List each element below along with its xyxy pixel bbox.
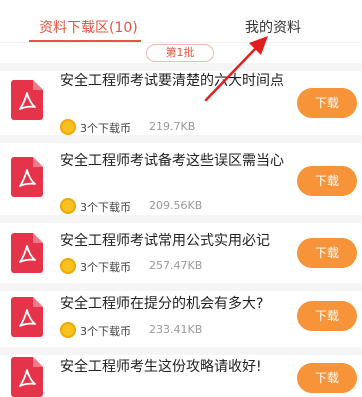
download-button[interactable]: 下载 bbox=[297, 238, 357, 268]
download-button[interactable]: 下载 bbox=[297, 363, 357, 393]
coin-icon bbox=[60, 258, 76, 274]
item-size: 219.7KB bbox=[149, 120, 196, 133]
item-size: 209.56KB bbox=[149, 199, 203, 212]
item-size: 233.41KB bbox=[149, 323, 203, 336]
batch-badge: 第1批 bbox=[146, 44, 214, 62]
list-item[interactable]: 安全工程师考试常用公式实用必记 3个下载币 257.47KB 下载 bbox=[0, 223, 362, 283]
item-title[interactable]: 安全工程师考生这份攻略请收好! bbox=[60, 357, 298, 378]
item-title[interactable]: 安全工程师考试常用公式实用必记 bbox=[60, 231, 298, 252]
list-item[interactable]: 安全工程师考试备考这些误区需当心 3个下载币 209.56KB 下载 bbox=[0, 143, 362, 215]
list-separator bbox=[0, 63, 362, 71]
pdf-icon bbox=[11, 233, 43, 273]
tab-bar: 资料下载区(10) 我的资料 bbox=[0, 0, 362, 42]
tab-downloads[interactable]: 资料下载区(10) bbox=[39, 17, 138, 37]
list-separator bbox=[0, 215, 362, 223]
pdf-icon bbox=[11, 297, 43, 337]
item-title[interactable]: 安全工程师考试要清楚的六大时间点 bbox=[60, 71, 298, 92]
list-separator bbox=[0, 283, 362, 291]
item-title[interactable]: 安全工程师在提分的机会有多大? bbox=[60, 294, 298, 315]
pdf-icon bbox=[11, 80, 43, 120]
item-cost: 3个下载币 bbox=[80, 201, 131, 214]
item-cost: 3个下载币 bbox=[80, 122, 131, 135]
download-button[interactable]: 下载 bbox=[297, 301, 357, 331]
download-button[interactable]: 下载 bbox=[297, 88, 357, 118]
pdf-icon bbox=[11, 357, 43, 397]
download-button[interactable]: 下载 bbox=[297, 166, 357, 196]
coin-icon bbox=[60, 198, 76, 214]
list-item[interactable]: 安全工程师在提分的机会有多大? 3个下载币 233.41KB 下载 bbox=[0, 291, 362, 347]
coin-icon bbox=[60, 119, 76, 135]
item-cost: 3个下载币 bbox=[80, 261, 131, 274]
list-separator bbox=[0, 347, 362, 355]
pdf-icon bbox=[11, 157, 43, 197]
item-cost: 3个下载币 bbox=[80, 325, 131, 338]
item-size: 257.47KB bbox=[149, 259, 203, 272]
list-item[interactable]: 安全工程师考生这份攻略请收好! 下载 bbox=[0, 355, 362, 397]
item-title[interactable]: 安全工程师考试备考这些误区需当心 bbox=[60, 151, 298, 172]
coin-icon bbox=[60, 322, 76, 338]
list-item[interactable]: 安全工程师考试要清楚的六大时间点 3个下载币 219.7KB 下载 bbox=[0, 71, 362, 135]
tab-my-materials[interactable]: 我的资料 bbox=[245, 17, 301, 37]
tab-divider bbox=[0, 42, 362, 43]
list-separator bbox=[0, 135, 362, 143]
